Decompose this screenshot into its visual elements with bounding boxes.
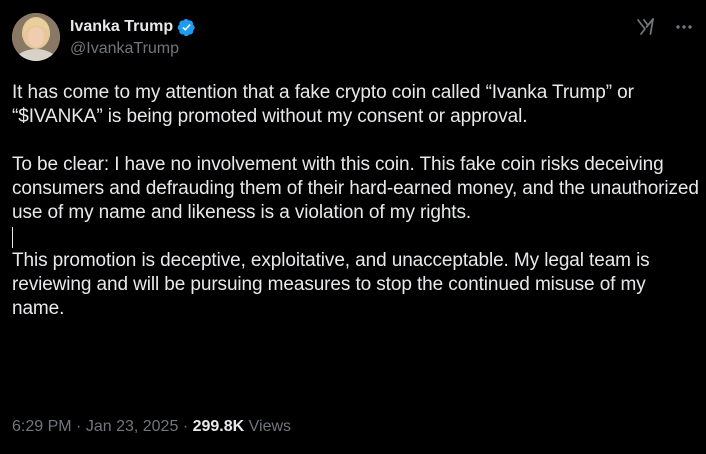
display-name-row: Ivanka Trump [70,16,196,38]
post-date[interactable]: Jan 23, 2025 [86,418,179,435]
tweet-meta: 6:29 PM · Jan 23, 2025 · 299.8K Views [12,417,291,437]
text-cursor [12,227,13,248]
tweet-paragraph: To be clear: I have no involvement with … [12,154,705,223]
handle[interactable]: @IvankaTrump [70,39,196,59]
tweet-paragraph: It has come to my attention that a fake … [12,82,639,127]
author-names: Ivanka Trump @IvankaTrump [70,16,196,59]
tweet-text: It has come to my attention that a fake … [12,81,702,321]
tweet-paragraph: This promotion is deceptive, exploitativ… [12,250,655,319]
tweet-header: Ivanka Trump @IvankaTrump [12,13,694,63]
views-count: 299.8K [192,418,245,435]
more-options-icon[interactable] [674,17,694,37]
text-caret-line [12,225,702,249]
meta-separator: · [182,418,189,435]
grok-icon[interactable] [636,17,656,37]
verified-badge-icon [177,18,196,37]
post-time[interactable]: 6:29 PM [12,418,72,435]
avatar[interactable] [12,13,60,61]
tweet: Ivanka Trump @IvankaTrump It has come to… [0,0,706,454]
display-name[interactable]: Ivanka Trump [70,17,173,37]
views-label: Views [248,418,292,435]
meta-separator: · [76,418,82,435]
